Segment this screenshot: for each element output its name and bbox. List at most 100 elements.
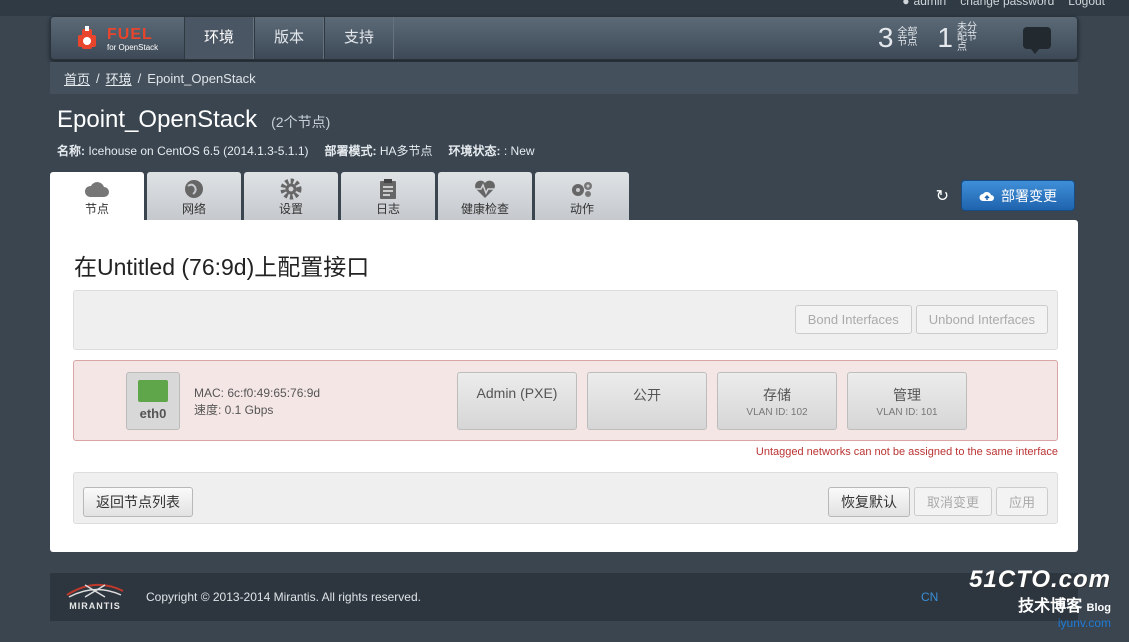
tab-actions[interactable]: 动作 — [535, 172, 629, 220]
env-status-label: 环境状态: — [448, 144, 501, 158]
user-links: ● admin change password Logout — [902, 0, 1105, 8]
fuel-logo[interactable]: FUEL for OpenStack — [73, 22, 183, 56]
total-nodes-counter[interactable]: 3 全部节点 — [878, 24, 922, 52]
breadcrumb-separator: / — [96, 70, 100, 86]
network-name: 公开 — [633, 387, 661, 403]
notifications-icon[interactable] — [1023, 27, 1051, 54]
nav-tabs: 环境 版本 支持 — [184, 17, 394, 59]
interface-config-panel: 在Untitled (76:9d)上配置接口 Bond Interfaces U… — [50, 220, 1078, 552]
network-storage[interactable]: 存储 VLAN ID: 102 — [717, 372, 837, 430]
env-mode-info: 部署模式: HA多节点 — [325, 142, 433, 159]
tab-logs[interactable]: 日志 — [341, 172, 435, 220]
bond-interfaces-button[interactable]: Bond Interfaces — [794, 305, 912, 334]
environment-node-count: (2个节点) — [271, 114, 331, 130]
heart-pulse-icon — [475, 180, 495, 198]
tab-actions-label: 动作 — [569, 202, 594, 216]
gear-icon — [280, 178, 302, 200]
interface-speed: 速度: 0.1 Gbps — [194, 403, 274, 417]
main-navbar: FUEL for OpenStack 环境 版本 支持 3 全部节点 1 未分配… — [50, 16, 1078, 60]
tab-network-label: 网络 — [181, 202, 206, 216]
cancel-changes-button[interactable]: 取消变更 — [913, 487, 992, 516]
breadcrumb-current: Epoint_OpenStack — [147, 70, 256, 86]
network-vlan: VLAN ID: 101 — [876, 407, 938, 418]
user-icon: ● — [902, 0, 910, 8]
environment-meta: 名称: Icehouse on CentOS 6.5 (2014.1.3-5.1… — [57, 142, 535, 159]
username: admin — [913, 0, 947, 8]
node-counters: 3 全部节点 1 未分配节点 — [878, 17, 1051, 59]
back-to-nodes-button[interactable]: 返回节点列表 — [83, 487, 193, 517]
interface-mac: MAC: 6c:f0:49:65:76:9d — [194, 386, 321, 400]
network-name: Admin (PXE) — [476, 385, 558, 401]
watermark-sub-line: 技术博客 Blog — [969, 592, 1111, 616]
bond-toolbar: Bond Interfaces Unbond Interfaces — [73, 290, 1058, 350]
network-management[interactable]: 管理 VLAN ID: 101 — [847, 372, 967, 430]
change-password-link[interactable]: change password — [960, 0, 1054, 8]
clipboard-icon — [380, 179, 396, 199]
tab-health-check-label: 健康检查 — [460, 202, 509, 216]
fuel-logo-icon — [78, 26, 96, 49]
nav-tab-support[interactable]: 支持 — [324, 17, 394, 59]
logo-title: FUEL — [107, 25, 153, 43]
deploy-area: ↻ 部署变更 — [936, 180, 1075, 211]
load-defaults-button[interactable]: 恢复默认 — [827, 487, 910, 517]
env-mode-value: HA多节点 — [379, 144, 433, 158]
env-status-value: : New — [503, 144, 535, 158]
tab-nodes-label: 节点 — [84, 202, 109, 216]
globe-icon — [185, 180, 203, 198]
interface-row: eth0 MAC: 6c:f0:49:65:76:9d 速度: 0.1 Gbps… — [73, 360, 1058, 441]
environment-tabs: 节点 网络 设置 日志 健康检查 动作 — [50, 172, 629, 221]
env-mode-label: 部署模式: — [324, 144, 377, 158]
environment-header: Epoint_OpenStack (2个节点) — [57, 106, 330, 134]
env-release-info: 名称: Icehouse on CentOS 6.5 (2014.1.3-5.1… — [57, 142, 309, 159]
breadcrumb-environments[interactable]: 环境 — [106, 69, 132, 88]
cloud-upload-icon — [979, 191, 994, 201]
total-nodes-label: 全部节点 — [897, 27, 918, 48]
tab-settings[interactable]: 设置 — [244, 172, 338, 220]
network-admin-pxe[interactable]: Admin (PXE) — [457, 372, 577, 430]
network-name: 管理 — [893, 387, 921, 403]
deploy-changes-button[interactable]: 部署变更 — [961, 180, 1075, 211]
tab-settings-label: 设置 — [278, 202, 303, 216]
network-public[interactable]: 公开 — [587, 372, 707, 430]
network-vlan: VLAN ID: 102 — [746, 407, 808, 418]
mirantis-logo[interactable]: MIRANTIS — [64, 581, 126, 611]
cogs-icon — [572, 182, 592, 197]
tab-nodes[interactable]: 节点 — [50, 172, 144, 221]
history-icon[interactable]: ↻ — [936, 186, 949, 206]
env-release-value: Icehouse on CentOS 6.5 (2014.1.3-5.1.1) — [88, 144, 309, 158]
page-title: 在Untitled (76:9d)上配置接口 — [74, 254, 370, 280]
cloud-icon — [84, 182, 109, 197]
footer: MIRANTIS Copyright © 2013-2014 Mirantis.… — [50, 573, 1078, 621]
interface-info: MAC: 6c:f0:49:65:76:9d 速度: 0.1 Gbps — [194, 385, 320, 419]
mirantis-logo-icon — [66, 584, 124, 598]
unallocated-nodes-number: 1 — [937, 22, 953, 53]
ethernet-port-icon — [138, 380, 168, 402]
env-release-label: 名称: — [57, 144, 85, 158]
nav-tab-releases[interactable]: 版本 — [254, 17, 324, 59]
watermark-blog: Blog — [1086, 602, 1111, 614]
tab-network[interactable]: 网络 — [147, 172, 241, 220]
mirantis-brand: MIRANTIS — [69, 601, 121, 611]
copyright: Copyright © 2013-2014 Mirantis. All righ… — [146, 590, 421, 604]
tab-logs-label: 日志 — [375, 202, 400, 216]
interface-eth0-badge[interactable]: eth0 — [126, 372, 180, 430]
top-strip: ● admin change password Logout — [0, 0, 1129, 16]
user-menu[interactable]: ● admin — [902, 0, 946, 8]
breadcrumb-home[interactable]: 首页 — [64, 69, 90, 88]
environment-name: Epoint_OpenStack — [57, 106, 258, 133]
env-status-info: 环境状态: : New — [449, 142, 535, 159]
unbond-interfaces-button[interactable]: Unbond Interfaces — [915, 305, 1048, 334]
apply-button[interactable]: 应用 — [995, 487, 1048, 516]
logout-link[interactable]: Logout — [1068, 0, 1105, 8]
language-switch[interactable]: CN — [921, 590, 938, 604]
nav-tab-environments[interactable]: 环境 — [184, 17, 254, 59]
unallocated-nodes-counter[interactable]: 1 未分配节点 — [937, 23, 981, 53]
breadcrumb: 首页 / 环境 / Epoint_OpenStack — [50, 62, 1078, 94]
tab-health-check[interactable]: 健康检查 — [438, 172, 532, 220]
watermark-site: iyunv.com — [1057, 616, 1111, 630]
validation-warning: Untagged networks can not be assigned to… — [755, 446, 1058, 458]
action-bar: 返回节点列表 恢复默认 取消变更 应用 — [73, 472, 1058, 524]
watermark-main: 51CTO.com — [969, 566, 1111, 593]
network-name: 存储 — [763, 387, 791, 403]
logo-subtitle: for OpenStack — [107, 42, 159, 52]
